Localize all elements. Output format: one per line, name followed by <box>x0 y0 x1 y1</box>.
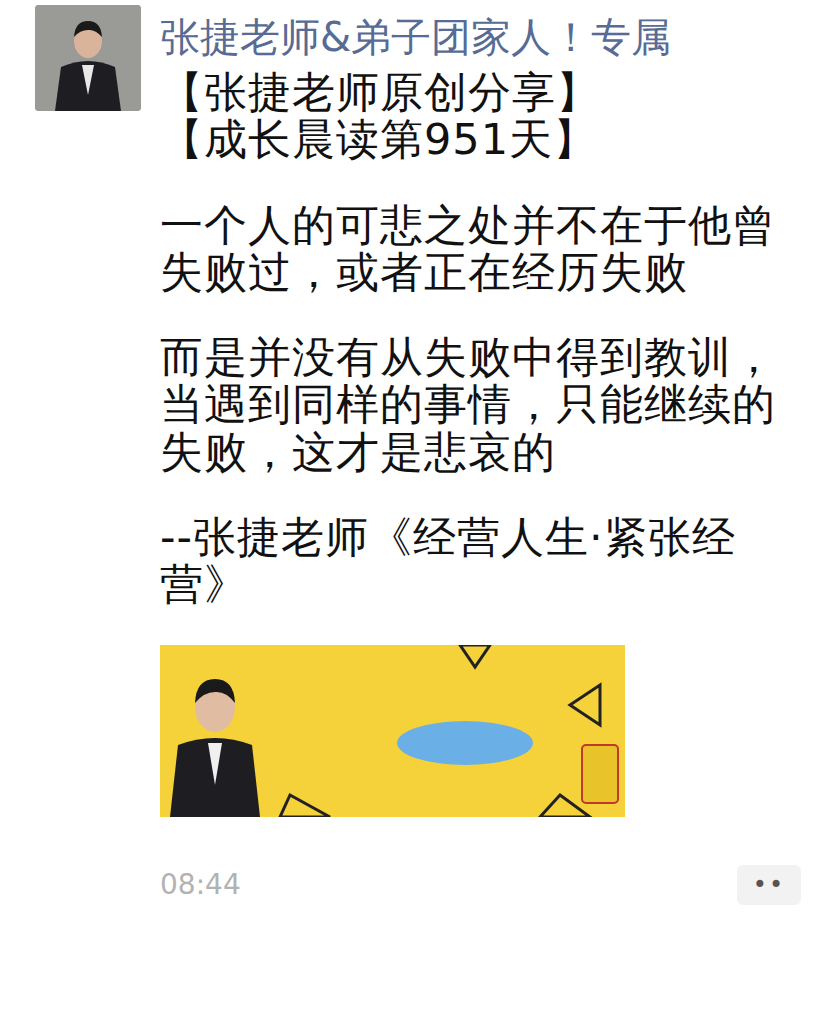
post-paragraph: --张捷老师《经营人生·紧张经营》 <box>160 514 800 609</box>
more-button[interactable]: •• <box>737 865 801 905</box>
post-paragraph: 而是并没有从失败中得到教训，当遇到同样的事情，只能继续的失败，这才是悲哀的 <box>160 334 800 476</box>
avatar-photo[interactable] <box>35 5 141 111</box>
header-line: 【张捷老师原创分享】 <box>160 69 800 116</box>
post-content: 张捷老师&弟子团家人！专属【张捷老师原创分享】【成长晨读第951天】一个人的可悲… <box>160 5 819 925</box>
post-paragraph: 一个人的可悲之处并不在于他曾失败过，或者正在经历失败 <box>160 202 800 297</box>
header-line: 【成长晨读第951天】 <box>160 116 800 163</box>
post-header: 【张捷老师原创分享】【成长晨读第951天】 <box>160 69 800 164</box>
author-name[interactable]: 张捷老师&弟子团家人！专属 <box>160 5 819 61</box>
post-time: 08:44 <box>160 868 241 902</box>
post-footer: 08:44 •• <box>160 865 819 925</box>
post-image[interactable] <box>160 645 625 817</box>
moment-post: 张捷老师&弟子团家人！专属【张捷老师原创分享】【成长晨读第951天】一个人的可悲… <box>0 0 837 925</box>
